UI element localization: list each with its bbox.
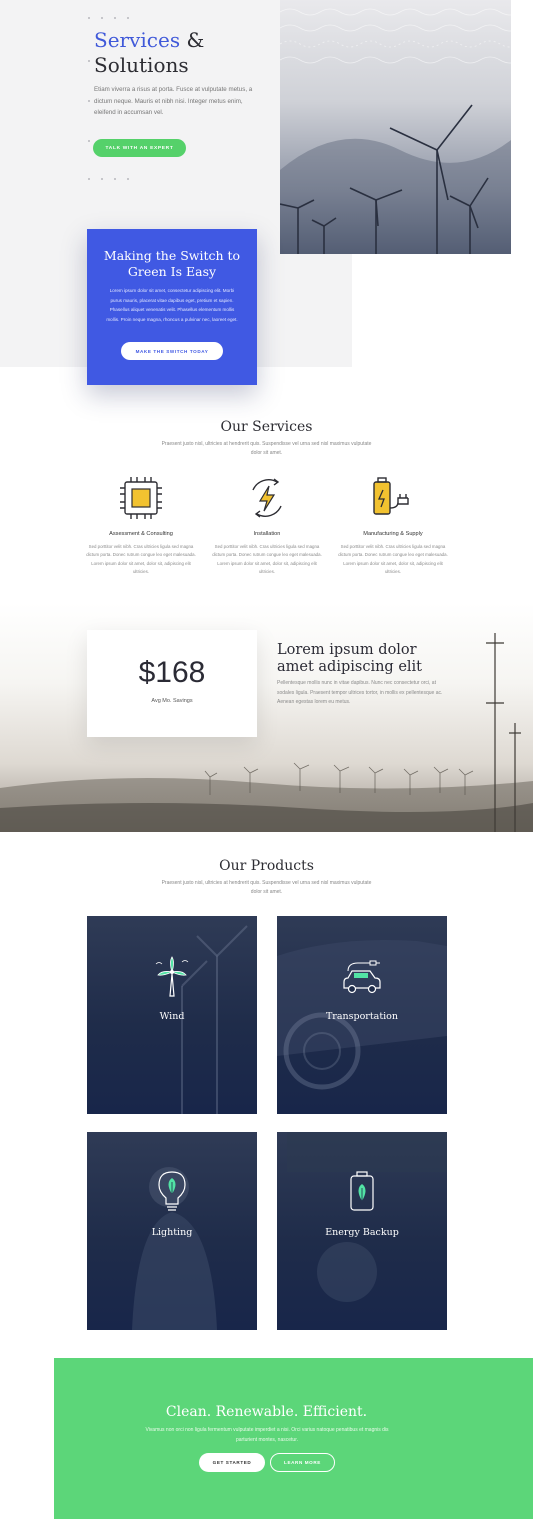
service-name-manufacturing: Manufacturing & Supply xyxy=(363,531,423,537)
energy-cycle-icon xyxy=(252,478,282,518)
hero-title: Services & Solutions xyxy=(94,28,274,78)
service-desc-manufacturing: Sed porttitor velit nibh. Cras ultricies… xyxy=(338,544,448,575)
savings-section-title: Lorem ipsum dolor amet adipiscing elit xyxy=(277,642,423,675)
savings-value: $168 xyxy=(138,656,206,689)
savings-section-body: Pellentesque mollis nunc in vitae dapibu… xyxy=(277,680,443,705)
chip-icon xyxy=(120,477,162,519)
product-name-energy-backup: Energy Backup xyxy=(325,1227,399,1238)
switch-card-body: Lorem ipsum dolor sit amet, consectetur … xyxy=(106,288,238,322)
service-desc-installation: Sed porttitor velit nibh. Cras ultricies… xyxy=(212,544,322,575)
services-subtitle: Praesent justo nisl, ultricies at hendre… xyxy=(161,441,372,456)
hero-title-amp: & xyxy=(180,28,205,52)
product-name-lighting: Lighting xyxy=(151,1227,193,1238)
wind-turbines-illustration xyxy=(280,8,511,254)
products-subtitle: Praesent justo nisl, ultricies at hendre… xyxy=(161,880,372,895)
electric-car-icon xyxy=(343,960,381,994)
product-card-lighting[interactable]: Lighting xyxy=(87,1132,257,1330)
services-title: Our Services xyxy=(220,419,313,435)
service-name-assessment: Assessment & Consulting xyxy=(109,531,173,537)
wind-farm-illustration xyxy=(0,633,533,832)
get-started-button[interactable]: GET STARTED xyxy=(199,1453,265,1472)
product-name-wind: Wind xyxy=(159,1011,185,1022)
product-name-transportation: Transportation xyxy=(325,1011,399,1022)
product-card-transportation[interactable]: Transportation xyxy=(277,916,447,1114)
learn-more-button[interactable]: LEARN MORE xyxy=(270,1453,335,1472)
product-card-wind[interactable]: Wind xyxy=(87,916,257,1114)
hero-body-text: Etiam viverra a risus at porta. Fusce at… xyxy=(94,86,253,116)
savings-card: $168 Avg Mo. Savings xyxy=(87,630,257,737)
service-name-installation: Installation xyxy=(253,531,281,537)
service-desc-assessment: Sed porttitor velit nibh. Cras ultricies… xyxy=(86,544,196,575)
make-the-switch-button[interactable]: MAKE THE SWITCH TODAY xyxy=(121,342,223,360)
savings-label: Avg Mo. Savings xyxy=(151,698,193,704)
products-title: Our Products xyxy=(219,858,314,874)
leaf-battery-icon xyxy=(350,1171,374,1211)
hero-title-accent: Services xyxy=(94,28,181,52)
savings-background-photo xyxy=(0,603,533,832)
switch-card-title: Making the Switch to Green Is Easy xyxy=(103,248,241,279)
make-the-switch-card: Making the Switch to Green Is Easy Lorem… xyxy=(87,229,257,385)
hero-title-line2: Solutions xyxy=(94,53,189,77)
cta-body: Vivamus non orci non ligula fermentum vu… xyxy=(145,1427,389,1443)
battery-plug-icon xyxy=(373,477,409,515)
cta-title: Clean. Renewable. Efficient. xyxy=(165,1404,368,1420)
leaf-bulb-icon xyxy=(158,1171,186,1211)
talk-with-expert-button[interactable]: TALK WITH AN EXPERT xyxy=(93,139,186,157)
hero-wind-turbines-photo xyxy=(280,0,511,254)
wind-turbine-icon xyxy=(155,956,189,997)
product-card-energy-backup[interactable]: Energy Backup xyxy=(277,1132,447,1330)
